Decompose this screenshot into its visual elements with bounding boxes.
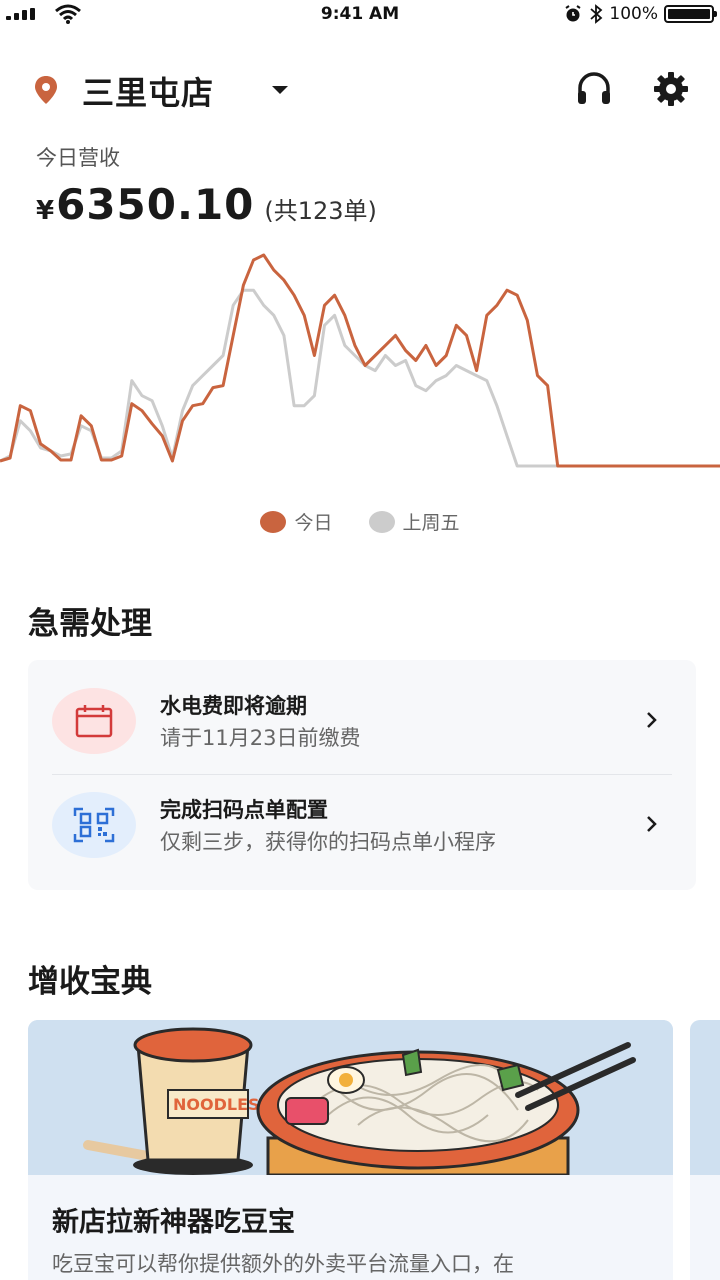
chevron-right-icon[interactable] (646, 814, 658, 834)
status-bar: 9:41 AM 100% (0, 0, 720, 28)
currency-symbol: ¥ (36, 196, 55, 226)
task-title: 水电费即将逾期 (160, 694, 307, 718)
location-pin-icon (35, 76, 57, 104)
chevron-right-icon[interactable] (646, 710, 658, 730)
urgent-card: 水电费即将逾期 请于11月23日前缴费 完成扫码点单配置 仅剩三步，获得你的扫码… (28, 660, 696, 890)
section-title-urgent: 急需处理 (28, 606, 152, 642)
card-description: 吃豆宝可以帮你提供额外的外卖平台流量入口，在 (52, 1252, 514, 1276)
alarm-icon (565, 5, 581, 22)
noodles-illustration: NOODLES (28, 1020, 673, 1175)
task-title: 完成扫码点单配置 (160, 798, 328, 822)
calendar-icon (75, 705, 113, 738)
legend-dot-today (260, 510, 287, 533)
next-card-illustration (690, 1020, 720, 1175)
battery-icon (664, 5, 717, 23)
legend-label-last-friday: 上周五 (402, 512, 460, 534)
store-selector[interactable]: 三里屯店 (82, 68, 214, 114)
legend-item-today: 今日 (260, 508, 333, 535)
task-subtitle: 仅剩三步，获得你的扫码点单小程序 (160, 830, 496, 854)
battery-percent: 100% (609, 4, 658, 24)
task-icon-bg (52, 792, 136, 858)
header: 三里屯店 (0, 60, 720, 120)
growth-card[interactable]: NOODLES 新店拉新神器吃豆宝 吃豆宝可以帮你提供额外的外卖平台流量入口，在 (28, 1020, 673, 1280)
growth-card-next[interactable] (690, 1020, 720, 1280)
task-row-utility-bill[interactable]: 水电费即将逾期 请于11月23日前缴费 (28, 670, 696, 774)
revenue-line-chart (0, 253, 720, 468)
revenue-label: 今日营收 (36, 146, 120, 170)
card-title: 新店拉新神器吃豆宝 (52, 1207, 295, 1238)
bluetooth-icon (590, 4, 603, 24)
legend-item-last-friday: 上周五 (368, 508, 460, 535)
section-title-growth: 增收宝典 (28, 964, 152, 1000)
cup-label: NOODLES (173, 1095, 260, 1114)
chart-legend: 今日 上周五 (0, 508, 720, 535)
legend-label-today: 今日 (294, 512, 333, 534)
gear-icon[interactable] (652, 70, 690, 108)
revenue-amount: ¥ 6350.10 (共123单) (36, 180, 377, 229)
headset-icon[interactable] (574, 70, 614, 110)
chevron-down-icon[interactable] (272, 86, 288, 94)
legend-dot-last-friday (368, 510, 395, 533)
task-subtitle: 请于11月23日前缴费 (160, 726, 361, 750)
qr-scan-icon (73, 807, 115, 843)
order-count: (共123单) (264, 197, 377, 225)
revenue-value: 6350.10 (56, 180, 255, 229)
task-row-qr-order[interactable]: 完成扫码点单配置 仅剩三步，获得你的扫码点单小程序 (28, 774, 696, 878)
series-line-last-friday (0, 288, 720, 468)
task-icon-bg (52, 688, 136, 754)
